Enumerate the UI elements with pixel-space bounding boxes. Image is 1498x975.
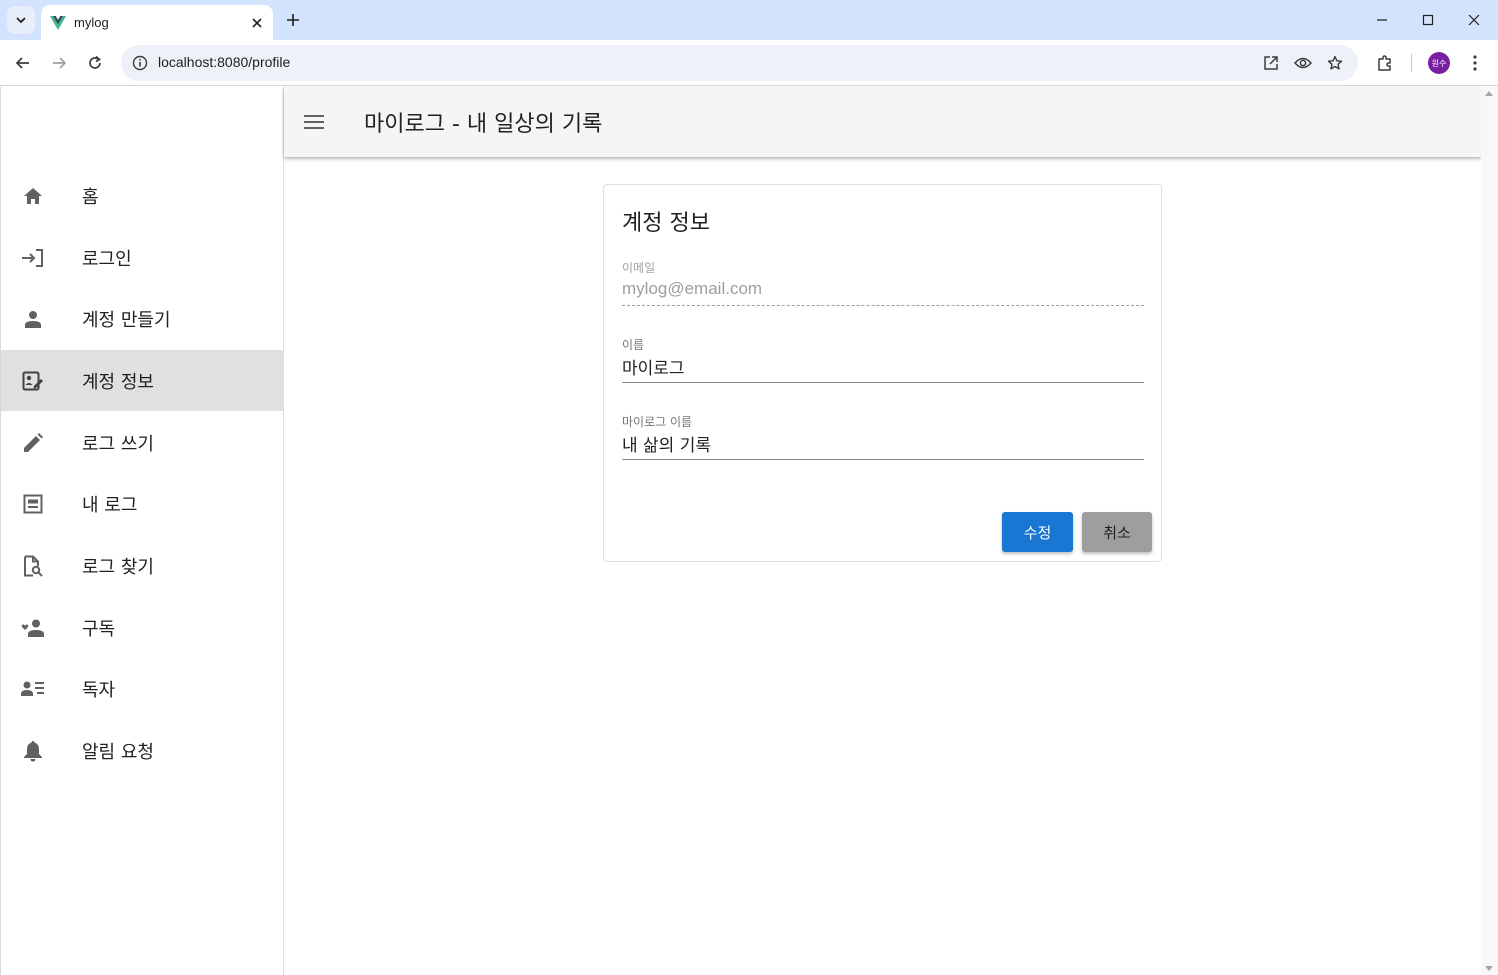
- plus-icon: [287, 14, 299, 26]
- minimize-icon: [1377, 19, 1387, 21]
- url-text[interactable]: localhost:8080/profile: [158, 54, 290, 70]
- maximize-button[interactable]: [1416, 8, 1440, 32]
- browser-menu-button[interactable]: [1462, 50, 1488, 76]
- browser-tab[interactable]: mylog: [41, 5, 273, 40]
- name-input[interactable]: [622, 352, 1144, 380]
- tab-search-button[interactable]: [7, 6, 35, 34]
- sidebar-item-label: 홈: [82, 186, 99, 208]
- bell-icon: [21, 739, 45, 763]
- sidebar-item-subscribe[interactable]: 구독: [1, 597, 283, 658]
- browser-tab-strip: mylog: [0, 0, 1498, 40]
- name-underline: [622, 382, 1144, 383]
- email-field: 이메일: [622, 259, 1144, 311]
- new-tab-button[interactable]: [282, 9, 304, 31]
- puzzle-icon: [1378, 55, 1391, 71]
- maximize-icon: [1422, 14, 1434, 26]
- bookmark-star-icon[interactable]: [1325, 53, 1345, 73]
- card-title: 계정 정보: [622, 211, 710, 236]
- sidebar-item-write-log[interactable]: 로그 쓰기: [1, 412, 283, 473]
- app-title: 마이로그 - 내 일상의 기록: [364, 112, 603, 137]
- vue-logo-icon: [50, 15, 66, 31]
- navigation-drawer: 홈 로그인 계정 만들기 계정 정보 로그 쓰기 내 로그 로그 찾기 구독 독…: [1, 87, 284, 975]
- site-info-icon[interactable]: [131, 54, 149, 72]
- cancel-button[interactable]: 취소: [1082, 512, 1152, 552]
- sidebar-item-home[interactable]: 홈: [1, 165, 283, 226]
- find-document-icon: [21, 554, 45, 578]
- open-in-app-icon[interactable]: [1261, 53, 1281, 73]
- reload-icon: [89, 55, 101, 69]
- sidebar-item-label: 로그 찾기: [82, 556, 154, 578]
- home-icon: [21, 184, 45, 208]
- sidebar-item-readers[interactable]: 독자: [1, 658, 283, 719]
- sidebar-item-label: 로그인: [82, 248, 132, 270]
- sidebar-item-label: 계정 만들기: [82, 309, 171, 331]
- menu-toggle-button[interactable]: [302, 110, 326, 134]
- sidebar-item-label: 독자: [82, 679, 116, 701]
- mylog-name-underline: [622, 459, 1144, 460]
- profile-avatar[interactable]: 원수: [1428, 52, 1450, 74]
- browser-toolbar: localhost:8080/profile 원수: [0, 40, 1498, 86]
- forward-button[interactable]: [46, 50, 72, 76]
- toolbar-separator: [1411, 54, 1412, 72]
- scroll-up-arrow-icon[interactable]: [1485, 91, 1493, 96]
- reload-button[interactable]: [82, 50, 108, 76]
- address-bar[interactable]: localhost:8080/profile: [121, 45, 1358, 81]
- minimize-button[interactable]: [1370, 8, 1394, 32]
- sidebar-item-label: 내 로그: [82, 494, 138, 516]
- more-vert-icon: [1473, 55, 1477, 71]
- eye-icon[interactable]: [1293, 53, 1313, 73]
- sidebar-item-label: 알림 요청: [82, 741, 154, 763]
- edit-profile-icon: [21, 369, 45, 393]
- extensions-button[interactable]: [1372, 50, 1398, 76]
- subscribe-icon: [21, 616, 45, 640]
- app-bar: 마이로그 - 내 일상의 기록: [284, 87, 1481, 157]
- arrow-right-icon: [53, 57, 67, 69]
- sidebar-item-notification-request[interactable]: 알림 요청: [1, 720, 283, 781]
- close-tab-icon[interactable]: [247, 13, 267, 33]
- scroll-down-arrow-icon[interactable]: [1485, 966, 1493, 971]
- login-icon: [21, 246, 45, 270]
- name-label: 이름: [622, 338, 645, 352]
- tab-title: mylog: [74, 15, 109, 30]
- page-viewport: 홈 로그인 계정 만들기 계정 정보 로그 쓰기 내 로그 로그 찾기 구독 독…: [0, 87, 1498, 975]
- mylog-name-input[interactable]: [622, 429, 1144, 457]
- name-field[interactable]: 이름: [622, 336, 1144, 388]
- readers-icon: [21, 677, 45, 701]
- back-button[interactable]: [10, 50, 36, 76]
- pencil-icon: [21, 431, 45, 455]
- sidebar-item-signup[interactable]: 계정 만들기: [1, 288, 283, 349]
- article-icon: [21, 492, 45, 516]
- close-icon: [1468, 14, 1480, 26]
- account-info-card: 계정 정보 이메일 이름 마이로그 이름 수정 취소: [603, 184, 1162, 562]
- close-window-button[interactable]: [1462, 8, 1486, 32]
- mylog-name-field[interactable]: 마이로그 이름: [622, 413, 1144, 465]
- sidebar-item-find-log[interactable]: 로그 찾기: [1, 535, 283, 596]
- sidebar-item-login[interactable]: 로그인: [1, 227, 283, 288]
- page-scrollbar[interactable]: [1481, 87, 1498, 975]
- email-underline: [622, 305, 1144, 306]
- sidebar-item-account-info[interactable]: 계정 정보: [1, 350, 283, 411]
- email-input: [622, 275, 1144, 303]
- email-label: 이메일: [622, 261, 656, 275]
- sidebar-item-label: 계정 정보: [82, 371, 154, 393]
- hamburger-menu-icon: [304, 115, 324, 129]
- arrow-left-icon: [15, 57, 29, 69]
- person-icon: [21, 307, 45, 331]
- update-button[interactable]: 수정: [1002, 512, 1073, 552]
- sidebar-item-label: 로그 쓰기: [82, 433, 154, 455]
- mylog-name-label: 마이로그 이름: [622, 415, 693, 429]
- sidebar-item-my-log[interactable]: 내 로그: [1, 473, 283, 534]
- chevron-down-icon: [16, 17, 26, 24]
- sidebar-item-label: 구독: [82, 618, 116, 640]
